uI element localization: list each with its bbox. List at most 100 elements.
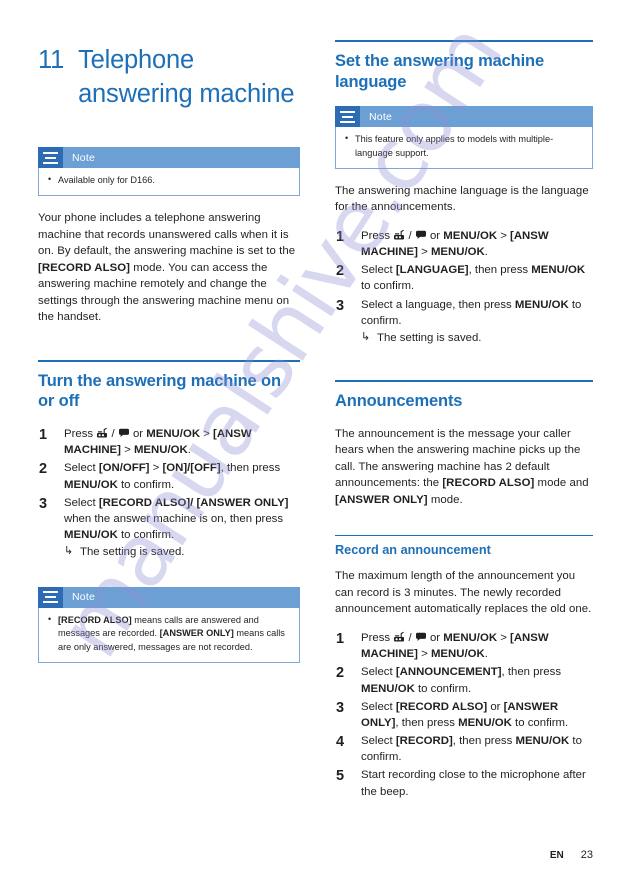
step-bold: MENU/OK	[361, 682, 415, 695]
step-text: .	[187, 444, 191, 457]
left-column: 11 Telephone answering machine Note Avai…	[38, 40, 300, 677]
note-icon	[335, 106, 360, 128]
step-text: >	[120, 444, 134, 457]
step-text: , then press	[468, 264, 532, 277]
language-paragraph: The answering machine language is the la…	[335, 184, 589, 214]
step-text: Select a language, then press	[361, 298, 515, 311]
step-item: Select [RECORD ALSO] or [ANSWER ONLY], t…	[335, 698, 593, 731]
step-bold: MENU/OK	[64, 478, 118, 491]
step-text: Start recording close to the microphone …	[361, 769, 586, 798]
step-text: Select	[64, 496, 99, 509]
step-text: Select	[361, 264, 396, 277]
step-item: Press / or MENU/OK > [ANSW MACHINE] > ME…	[38, 425, 300, 458]
note-header: Note	[38, 147, 300, 169]
note-label: Note	[72, 151, 95, 164]
note-header: Note	[38, 586, 300, 608]
step-text: Select	[361, 700, 396, 713]
step-bold: [RECORD ALSO]/ [ANSWER ONLY]	[98, 496, 289, 509]
step-item: Press / or MENU/OK > [ANSW MACHINE] > ME…	[335, 227, 593, 260]
note-icon	[38, 147, 63, 169]
steps-turn-on-off: Press / or MENU/OK > [ANSW MACHINE] > ME…	[38, 425, 300, 561]
step-bold: MENU/OK	[443, 631, 498, 644]
section-heading-announcements: Announcements	[335, 392, 463, 411]
note-header: Note	[335, 106, 593, 128]
step-bold: [ANNOUNCEMENT]	[395, 666, 502, 679]
step-text: , then press	[452, 735, 516, 748]
step-bold: MENU/OK	[458, 716, 512, 729]
step-text: >	[417, 648, 431, 661]
chapter-title-text: Telephone answering machine	[78, 46, 295, 108]
step-bold: [RECORD ALSO]	[395, 700, 488, 713]
intro-part1: Your phone includes a telephone answerin…	[38, 212, 296, 258]
step-text: Select	[64, 462, 99, 475]
step-bold: MENU/OK	[64, 529, 118, 542]
note-bold: [RECORD ALSO]	[58, 614, 132, 625]
step-text: to confirm.	[117, 529, 175, 542]
intro-bold1: [RECORD ALSO]	[38, 261, 130, 274]
step-result: The setting is saved.	[361, 330, 593, 346]
steps-set-language: Press / or MENU/OK > [ANSW MACHINE] > ME…	[335, 227, 593, 347]
step-text: or	[426, 229, 444, 242]
step-text: Press	[64, 428, 97, 441]
message-icon	[118, 427, 130, 439]
step-text: .	[484, 648, 488, 661]
step-bold: [ON]/[OFF]	[162, 462, 221, 475]
step-text: to confirm.	[361, 280, 415, 293]
step-bold: MENU/OK	[515, 735, 570, 748]
step-item: Select [ANNOUNCEMENT], then press MENU/O…	[335, 663, 593, 696]
step-text: >	[417, 246, 431, 259]
note-item: This feature only applies to models with…	[344, 132, 584, 161]
step-text: to confirm.	[414, 682, 472, 695]
step-item: Select [ON/OFF] > [ON]/[OFF], then press…	[38, 459, 300, 492]
step-text: , then press	[220, 462, 281, 475]
record-paragraph: The maximum length of the announcement y…	[335, 570, 592, 616]
step-sep: /	[108, 428, 118, 441]
step-item: Press / or MENU/OK > [ANSW MACHINE] > ME…	[335, 629, 593, 662]
step-text: .	[484, 246, 488, 259]
footer-language: EN	[549, 850, 564, 861]
note-icon	[38, 586, 63, 608]
note-box-language-support: Note This feature only applies to models…	[335, 106, 593, 169]
intro-paragraph: Your phone includes a telephone answerin…	[38, 210, 300, 326]
step-text: , then press	[395, 716, 459, 729]
message-icon	[415, 631, 427, 643]
note-label: Note	[72, 591, 95, 604]
step-bold: MENU/OK	[531, 264, 586, 277]
step-text: Press	[361, 229, 394, 242]
step-text: or	[129, 428, 147, 441]
step-text: or	[487, 700, 504, 713]
step-bold: MENU/OK	[514, 298, 569, 311]
step-sep: /	[405, 631, 415, 644]
step-item: Select [RECORD ALSO]/ [ANSWER ONLY] when…	[38, 494, 300, 561]
footer-page-number: 23	[580, 849, 593, 861]
step-bold: MENU/OK	[443, 229, 498, 242]
step-bold: [ON/OFF]	[98, 462, 150, 475]
note-bold: [ANSWER ONLY]	[159, 628, 234, 639]
subsection-heading-record-announcement: Record an announcement	[335, 542, 491, 557]
step-text: >	[200, 428, 214, 441]
step-item: Select [LANGUAGE], then press MENU/OK to…	[335, 261, 593, 294]
step-item: Select [RECORD], then press MENU/OK to c…	[335, 732, 593, 765]
step-item: Select a language, then press MENU/OK to…	[335, 296, 593, 347]
para-text: mode.	[427, 493, 463, 506]
announcements-paragraph: The announcement is the message your cal…	[335, 426, 593, 509]
answering-machine-icon	[393, 229, 405, 241]
step-text: >	[497, 631, 511, 644]
step-text: or	[426, 631, 444, 644]
section-rule	[335, 40, 593, 42]
answering-machine-icon	[96, 427, 108, 439]
para-bold: [ANSWER ONLY]	[335, 493, 428, 506]
note-box-record-also: Note [RECORD ALSO] means calls are answe…	[38, 586, 300, 663]
step-bold: MENU/OK	[133, 444, 188, 457]
step-bold: [RECORD]	[395, 735, 453, 748]
section-rule	[38, 359, 300, 362]
manual-page: 11 Telephone answering machine Note Avai…	[0, 0, 631, 893]
section-heading-set-language: Set the answering machine language	[335, 52, 544, 91]
page-footer: EN 23	[550, 849, 593, 861]
step-bold: MENU/OK	[146, 428, 201, 441]
note-item: Available only for D166.	[47, 173, 291, 188]
note-item: [RECORD ALSO] means calls are answered a…	[47, 613, 291, 655]
step-text: Press	[361, 631, 394, 644]
step-text: >	[149, 462, 163, 475]
answering-machine-icon	[393, 631, 405, 643]
